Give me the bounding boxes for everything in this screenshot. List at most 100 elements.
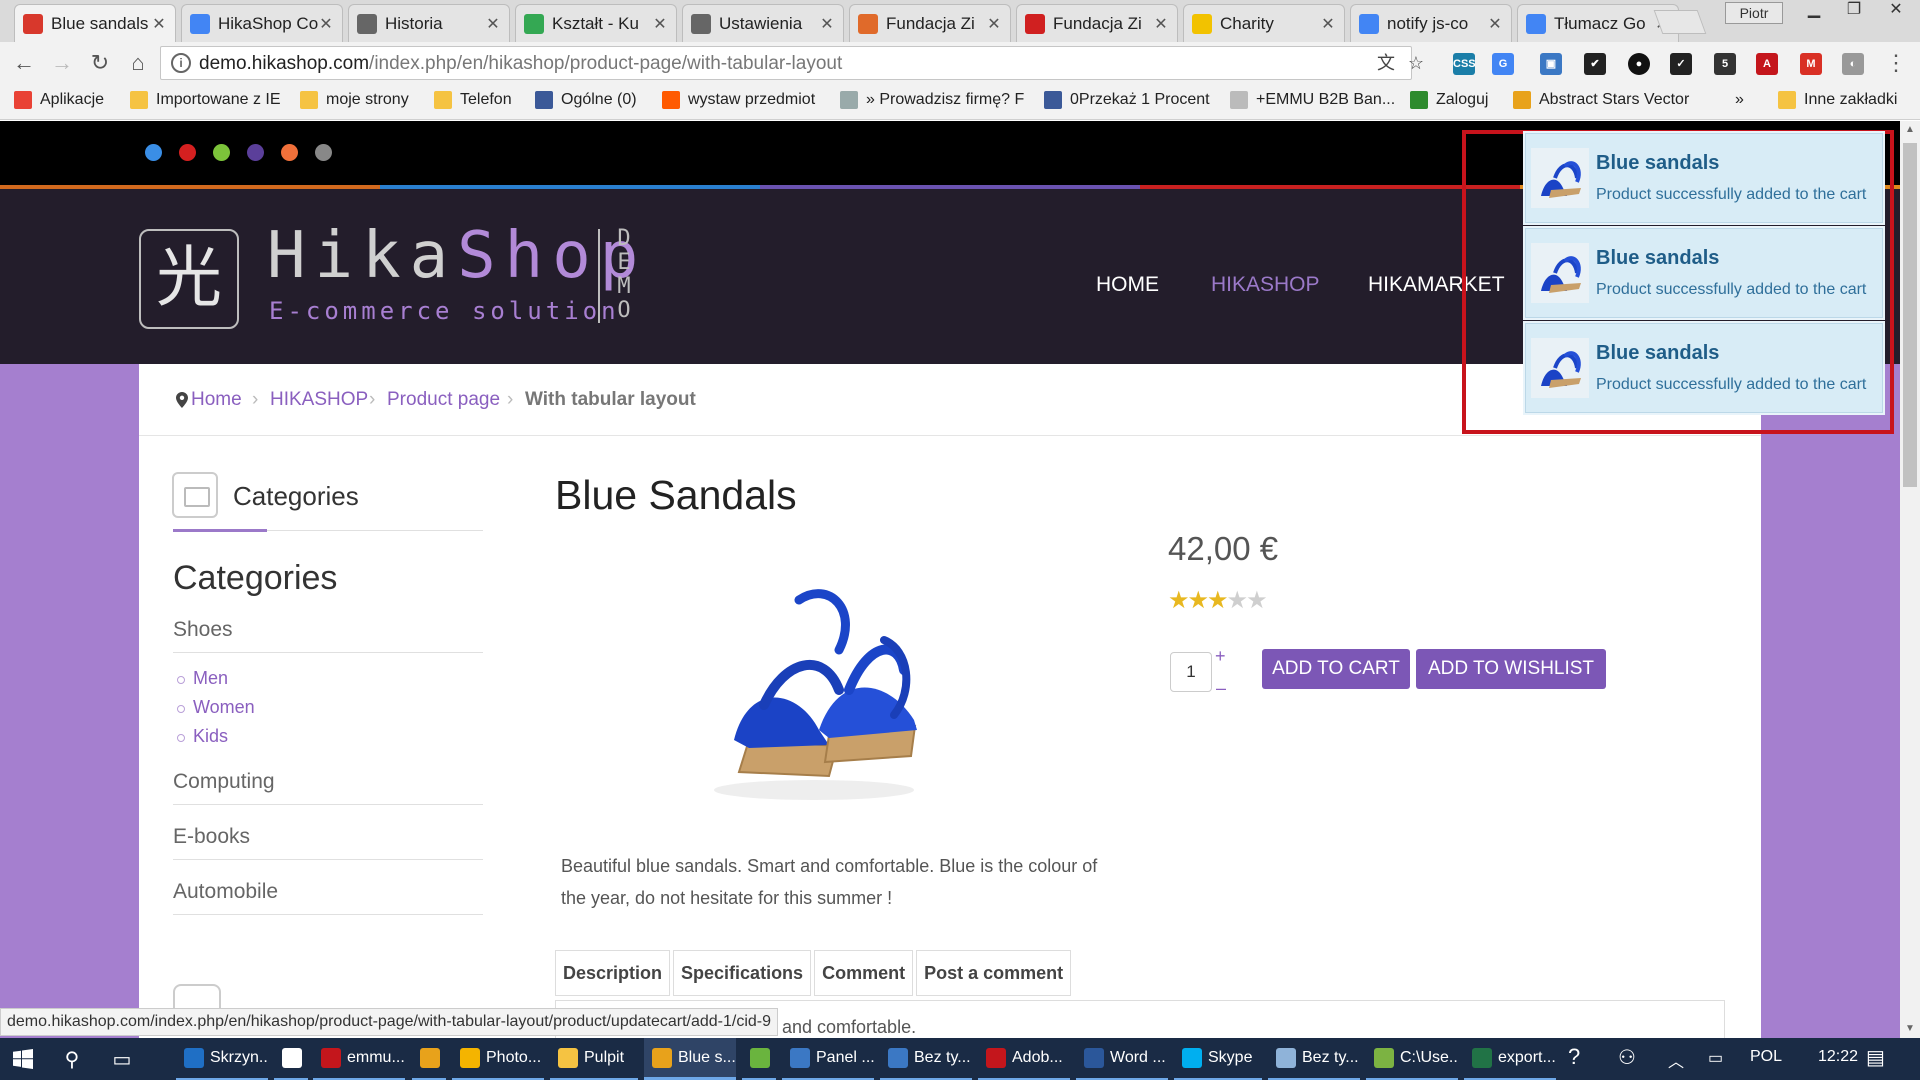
- close-tab-icon[interactable]: ✕: [151, 14, 167, 34]
- add-to-wishlist-button[interactable]: ADD TO WISHLIST: [1416, 649, 1606, 689]
- close-window-icon[interactable]: ✕: [1878, 0, 1914, 22]
- product-tab[interactable]: Specifications: [673, 950, 812, 996]
- new-tab-button[interactable]: [1653, 10, 1707, 34]
- bookmark-item[interactable]: Telefon: [434, 91, 512, 109]
- theme-color-dot[interactable]: [247, 144, 264, 161]
- browser-tab[interactable]: Blue sandals ✕: [14, 4, 176, 42]
- home-icon[interactable]: ⌂: [124, 50, 152, 78]
- bookmark-item[interactable]: Aplikacje: [14, 91, 104, 109]
- taskbar-app[interactable]: Word ...: [1076, 1038, 1168, 1080]
- translate-extension-icon[interactable]: G: [1492, 53, 1514, 75]
- quantity-increase-button[interactable]: +: [1215, 646, 1226, 667]
- taskbar-app[interactable]: Panel ...: [782, 1038, 874, 1080]
- taskbar-app[interactable]: Skype: [1174, 1038, 1262, 1080]
- rating-star-icon[interactable]: ★: [1188, 587, 1209, 614]
- taskbar-app[interactable]: Bez ty...: [1268, 1038, 1360, 1080]
- search-icon[interactable]: ⚲: [52, 1038, 92, 1080]
- other-bookmarks[interactable]: Inne zakładki: [1778, 91, 1897, 109]
- hikashop-logo-text[interactable]: HikaShop: [267, 219, 647, 293]
- bookmark-item[interactable]: Zaloguj: [1410, 91, 1488, 109]
- rating-star-icon[interactable]: ★: [1207, 587, 1228, 614]
- close-tab-icon[interactable]: ✕: [1487, 14, 1503, 34]
- taskbar-app[interactable]: Photo...: [452, 1038, 544, 1080]
- address-bar[interactable]: i demo.hikashop.com/index.php/en/hikasho…: [160, 46, 1424, 80]
- bookmark-item[interactable]: +EMMU B2B Ban...: [1230, 91, 1395, 109]
- window-extension-icon[interactable]: ▣: [1540, 53, 1562, 75]
- help-icon[interactable]: ?: [1568, 1044, 1580, 1070]
- browser-tab[interactable]: Ustawienia ✕: [682, 4, 844, 42]
- breadcrumb-link[interactable]: Home: [191, 389, 242, 411]
- cart-notification[interactable]: Blue sandals Product successfully added t…: [1525, 133, 1883, 223]
- category-link[interactable]: Automobile: [173, 880, 278, 904]
- bookmarks-overflow-button[interactable]: »: [1735, 91, 1744, 109]
- clock[interactable]: 12:22: [1818, 1048, 1858, 1066]
- browser-tab[interactable]: HikaShop Co ✕: [181, 4, 343, 42]
- browser-tab[interactable]: Charity ✕: [1183, 4, 1345, 42]
- breadcrumb-link[interactable]: HIKASHOP: [270, 389, 368, 411]
- browser-tab[interactable]: notify js-co ✕: [1350, 4, 1512, 42]
- theme-color-dot[interactable]: [145, 144, 162, 161]
- html5-extension-icon[interactable]: 5: [1714, 53, 1736, 75]
- category-link[interactable]: Shoes: [173, 618, 233, 642]
- theme-color-dot[interactable]: [179, 144, 196, 161]
- gmail-extension-icon[interactable]: M: [1800, 53, 1822, 75]
- chrome-menu-icon[interactable]: ⋮: [1882, 50, 1910, 78]
- cart-notification[interactable]: Blue sandals Product successfully added t…: [1525, 228, 1883, 318]
- rating-star-icon[interactable]: ★: [1246, 587, 1267, 614]
- taskbar-app[interactable]: Skrzyn...: [176, 1038, 268, 1080]
- checkmark-extension-icon[interactable]: ✔: [1584, 53, 1606, 75]
- bookmark-item[interactable]: Importowane z IE: [130, 91, 281, 109]
- forward-icon[interactable]: →: [48, 50, 76, 78]
- rating-star-icon[interactable]: ★: [1227, 587, 1248, 614]
- main-menu-item[interactable]: HOME: [1096, 273, 1159, 297]
- add-to-cart-button[interactable]: ADD TO CART: [1262, 649, 1410, 689]
- bookmark-item[interactable]: Ogólne (0): [535, 91, 637, 109]
- taskbar-app[interactable]: [412, 1038, 446, 1080]
- browser-tab[interactable]: Historia ✕: [348, 4, 510, 42]
- cart-notification[interactable]: Blue sandals Product successfully added t…: [1525, 323, 1883, 413]
- product-tab[interactable]: Description: [555, 950, 671, 996]
- bookmark-item[interactable]: » Prowadzisz firmę? F: [840, 91, 1024, 109]
- people-icon[interactable]: ⚇: [1618, 1045, 1636, 1070]
- quantity-input[interactable]: 1: [1170, 652, 1212, 692]
- reload-icon[interactable]: ↻: [86, 50, 114, 78]
- color-picker-extension-icon[interactable]: ●: [1628, 53, 1650, 75]
- page-scrollbar[interactable]: ▲ ▼: [1900, 121, 1920, 1038]
- product-tab[interactable]: Post a comment: [916, 950, 1072, 996]
- taskbar-app[interactable]: Blue s...: [644, 1038, 736, 1080]
- toggle-extension-icon[interactable]: ◐: [1842, 53, 1864, 75]
- bookmark-item[interactable]: 0Przekaż 1 Procent: [1044, 91, 1210, 109]
- close-tab-icon[interactable]: ✕: [1153, 14, 1169, 34]
- bookmark-item[interactable]: moje strony: [300, 91, 409, 109]
- taskbar-app[interactable]: Adob...: [978, 1038, 1070, 1080]
- translate-icon[interactable]: 文: [1375, 52, 1397, 74]
- taskbar-app[interactable]: export...: [1464, 1038, 1556, 1080]
- windows-start-icon[interactable]: [0, 1038, 46, 1080]
- vote-extension-icon[interactable]: ✓: [1670, 53, 1692, 75]
- profile-button[interactable]: Piotr: [1725, 2, 1783, 24]
- address-url[interactable]: demo.hikashop.com/index.php/en/hikashop/…: [199, 53, 842, 75]
- action-center-icon[interactable]: ▤: [1866, 1045, 1885, 1070]
- language-indicator[interactable]: POL: [1750, 1048, 1782, 1066]
- close-tab-icon[interactable]: ✕: [652, 14, 668, 34]
- close-tab-icon[interactable]: ✕: [318, 14, 334, 34]
- task-view-icon[interactable]: ▭: [100, 1038, 144, 1080]
- category-link[interactable]: E-books: [173, 825, 250, 849]
- tray-chevron-icon[interactable]: ︿: [1668, 1048, 1684, 1072]
- theme-color-dot[interactable]: [315, 144, 332, 161]
- close-tab-icon[interactable]: ✕: [485, 14, 501, 34]
- breadcrumb-link[interactable]: Product page: [387, 389, 500, 411]
- restore-icon[interactable]: ❐: [1836, 0, 1872, 22]
- browser-tab[interactable]: Fundacja Zi ✕: [849, 4, 1011, 42]
- taskbar-app[interactable]: emmu...: [313, 1038, 405, 1080]
- product-tab[interactable]: Comment: [814, 950, 914, 996]
- site-info-icon[interactable]: i: [171, 53, 191, 73]
- category-link[interactable]: Computing: [173, 770, 275, 794]
- taskbar-app[interactable]: [742, 1038, 776, 1080]
- taskbar-app[interactable]: Bez ty...: [880, 1038, 972, 1080]
- theme-color-dot[interactable]: [281, 144, 298, 161]
- minimize-icon[interactable]: ▁: [1796, 0, 1832, 22]
- scroll-up-icon[interactable]: ▲: [1900, 121, 1920, 139]
- subcategory-link[interactable]: Women: [193, 697, 255, 718]
- bookmark-item[interactable]: wystaw przedmiot: [662, 91, 815, 109]
